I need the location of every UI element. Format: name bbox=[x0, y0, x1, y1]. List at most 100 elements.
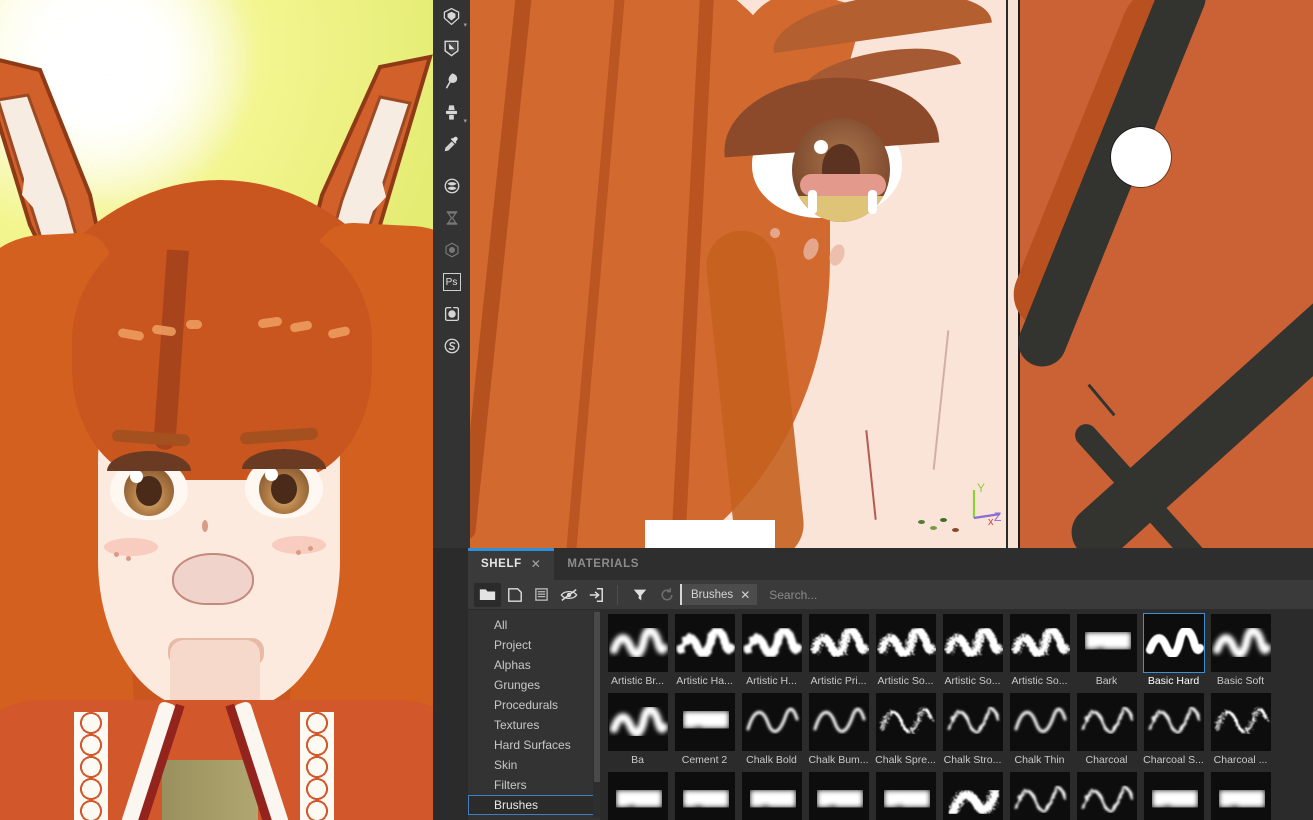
brush-item[interactable] bbox=[805, 772, 872, 820]
brush-label: Artistic So... bbox=[877, 675, 934, 687]
brush-item[interactable] bbox=[1140, 772, 1207, 820]
brush-item[interactable] bbox=[1006, 772, 1073, 820]
brush-item[interactable] bbox=[1073, 772, 1140, 820]
category-item-all[interactable]: All bbox=[468, 615, 600, 635]
brush-item[interactable]: Artistic So... bbox=[1006, 614, 1073, 687]
category-item-skin[interactable]: Skin bbox=[468, 755, 600, 775]
brush-item[interactable]: Artistic Pri... bbox=[805, 614, 872, 687]
brush-item[interactable]: Chalk Spre... bbox=[872, 693, 939, 766]
brush-thumbnail bbox=[1076, 614, 1137, 672]
tab-shelf[interactable]: SHELF ✕ bbox=[468, 548, 555, 580]
brush-thumbnail bbox=[741, 614, 802, 672]
brush-thumbnail bbox=[1076, 693, 1137, 751]
category-item-procedurals[interactable]: Procedurals bbox=[468, 695, 600, 715]
brush-item[interactable]: Charcoal ... bbox=[1207, 693, 1274, 766]
brush-item[interactable]: Chalk Stro... bbox=[939, 693, 1006, 766]
freckle bbox=[126, 556, 131, 561]
chevron-down-icon: ▾ bbox=[463, 118, 467, 125]
close-icon[interactable]: ✕ bbox=[740, 588, 750, 602]
freckle bbox=[296, 550, 301, 555]
brush-item[interactable]: Chalk Bum... bbox=[805, 693, 872, 766]
brush-item[interactable]: Concrete bbox=[604, 772, 671, 820]
brush-thumbnail bbox=[741, 772, 802, 820]
brush-thumbnail bbox=[1210, 772, 1271, 820]
brush-item[interactable]: Cement 2 bbox=[671, 693, 738, 766]
svg-text:Z: Z bbox=[994, 510, 1001, 524]
category-item-brushes[interactable]: Brushes bbox=[468, 795, 600, 815]
funnel-icon[interactable] bbox=[626, 583, 653, 607]
brush-item[interactable]: Chalk Thin bbox=[1006, 693, 1073, 766]
brush-item[interactable]: Artistic Br... bbox=[604, 614, 671, 687]
lace-trim-left bbox=[74, 712, 108, 820]
brush-thumbnail bbox=[942, 772, 1003, 820]
clone-stamp-icon[interactable]: ▾ bbox=[433, 96, 470, 128]
category-item-hard-surfaces[interactable]: Hard Surfaces bbox=[468, 735, 600, 755]
category-item-filters[interactable]: Filters bbox=[468, 775, 600, 795]
brush-thumbnail bbox=[741, 693, 802, 751]
viewport-3d[interactable]: Y x Z bbox=[470, 0, 1006, 548]
category-item-grunges[interactable]: Grunges bbox=[468, 675, 600, 695]
viewport-2d[interactable] bbox=[1008, 0, 1313, 548]
brush-item[interactable] bbox=[738, 772, 805, 820]
brush-thumbnail bbox=[674, 693, 735, 751]
camera-render-icon[interactable] bbox=[433, 298, 470, 330]
brush-thumbnail bbox=[1076, 772, 1137, 820]
brush-thumbnail bbox=[607, 772, 668, 820]
brush-thumbnail bbox=[1009, 772, 1070, 820]
brush-label: Artistic Pri... bbox=[810, 675, 867, 687]
tool-sidebar[interactable]: ▾ ▾ Ps bbox=[433, 0, 470, 548]
brush-item[interactable]: Basic Hard bbox=[1140, 613, 1207, 687]
brush-item[interactable]: Artistic So... bbox=[872, 614, 939, 687]
brush-item[interactable] bbox=[872, 772, 939, 820]
brush-thumbnail bbox=[674, 772, 735, 820]
nose bbox=[202, 520, 208, 532]
new-file-icon[interactable] bbox=[501, 583, 528, 607]
category-item-alphas[interactable]: Alphas bbox=[468, 655, 600, 675]
import-icon[interactable] bbox=[582, 583, 609, 607]
folder-icon[interactable] bbox=[474, 582, 501, 607]
eyedropper-icon[interactable] bbox=[433, 128, 470, 160]
close-icon[interactable]: ✕ bbox=[531, 557, 542, 571]
application-window: ▾ ▾ Ps Y x Z SHELF ✕ MATERIALS Brushes ✕… bbox=[0, 0, 1313, 820]
brush-item[interactable]: Basic Soft bbox=[1207, 614, 1274, 687]
hourglass-icon[interactable] bbox=[433, 202, 470, 234]
refresh-icon[interactable] bbox=[653, 583, 680, 607]
hex-sphere-icon[interactable] bbox=[433, 234, 470, 266]
brush-grid[interactable]: Artistic Br... Artistic Ha... Artistic H..… bbox=[600, 610, 1313, 820]
brush-item[interactable]: Artistic Ha... bbox=[671, 614, 738, 687]
tab-materials[interactable]: MATERIALS bbox=[554, 548, 652, 580]
category-item-textures[interactable]: Textures bbox=[468, 715, 600, 735]
eye-right bbox=[242, 449, 326, 518]
polygon-fill-icon[interactable] bbox=[433, 32, 470, 64]
material-sphere-icon[interactable] bbox=[433, 170, 470, 202]
viewport-backdrop bbox=[645, 520, 775, 548]
brush-item[interactable]: Artistic H... bbox=[738, 614, 805, 687]
brush-item[interactable]: Bark bbox=[1073, 614, 1140, 687]
smudge-icon[interactable] bbox=[433, 64, 470, 96]
garment-trim bbox=[162, 760, 258, 820]
category-item-project[interactable]: Project bbox=[468, 635, 600, 655]
substance-icon[interactable] bbox=[433, 330, 470, 362]
brush-label: Chalk Bold bbox=[746, 754, 797, 766]
brush-item[interactable]: Co bbox=[671, 772, 738, 820]
search-input[interactable] bbox=[757, 584, 1307, 605]
brush-item[interactable] bbox=[1207, 772, 1274, 820]
paint-icon[interactable]: ▾ bbox=[433, 0, 470, 32]
brush-thumbnail bbox=[607, 693, 668, 751]
tab-shelf-label: SHELF bbox=[481, 558, 522, 570]
filter-chip-brushes[interactable]: Brushes ✕ bbox=[680, 584, 758, 605]
brush-item[interactable]: Chalk Bold bbox=[738, 693, 805, 766]
category-list[interactable]: All Project Alphas Grunges Procedurals Textur… bbox=[468, 610, 602, 820]
brush-grid-container[interactable]: Artistic Br... Artistic Ha... Artistic H..… bbox=[600, 610, 1313, 820]
svg-text:Y: Y bbox=[977, 481, 985, 495]
thin-line bbox=[1087, 383, 1116, 417]
brush-item[interactable]: Artistic So... bbox=[939, 614, 1006, 687]
list-icon[interactable] bbox=[528, 583, 555, 607]
brush-item[interactable]: Ba bbox=[604, 693, 671, 766]
brush-item[interactable] bbox=[939, 772, 1006, 820]
photoshop-icon[interactable]: Ps bbox=[433, 266, 470, 298]
brush-item[interactable]: Charcoal bbox=[1073, 693, 1140, 766]
brush-item[interactable]: Charcoal S... bbox=[1140, 693, 1207, 766]
brush-thumbnail bbox=[1009, 614, 1070, 672]
eye-hidden-icon[interactable] bbox=[555, 583, 582, 607]
